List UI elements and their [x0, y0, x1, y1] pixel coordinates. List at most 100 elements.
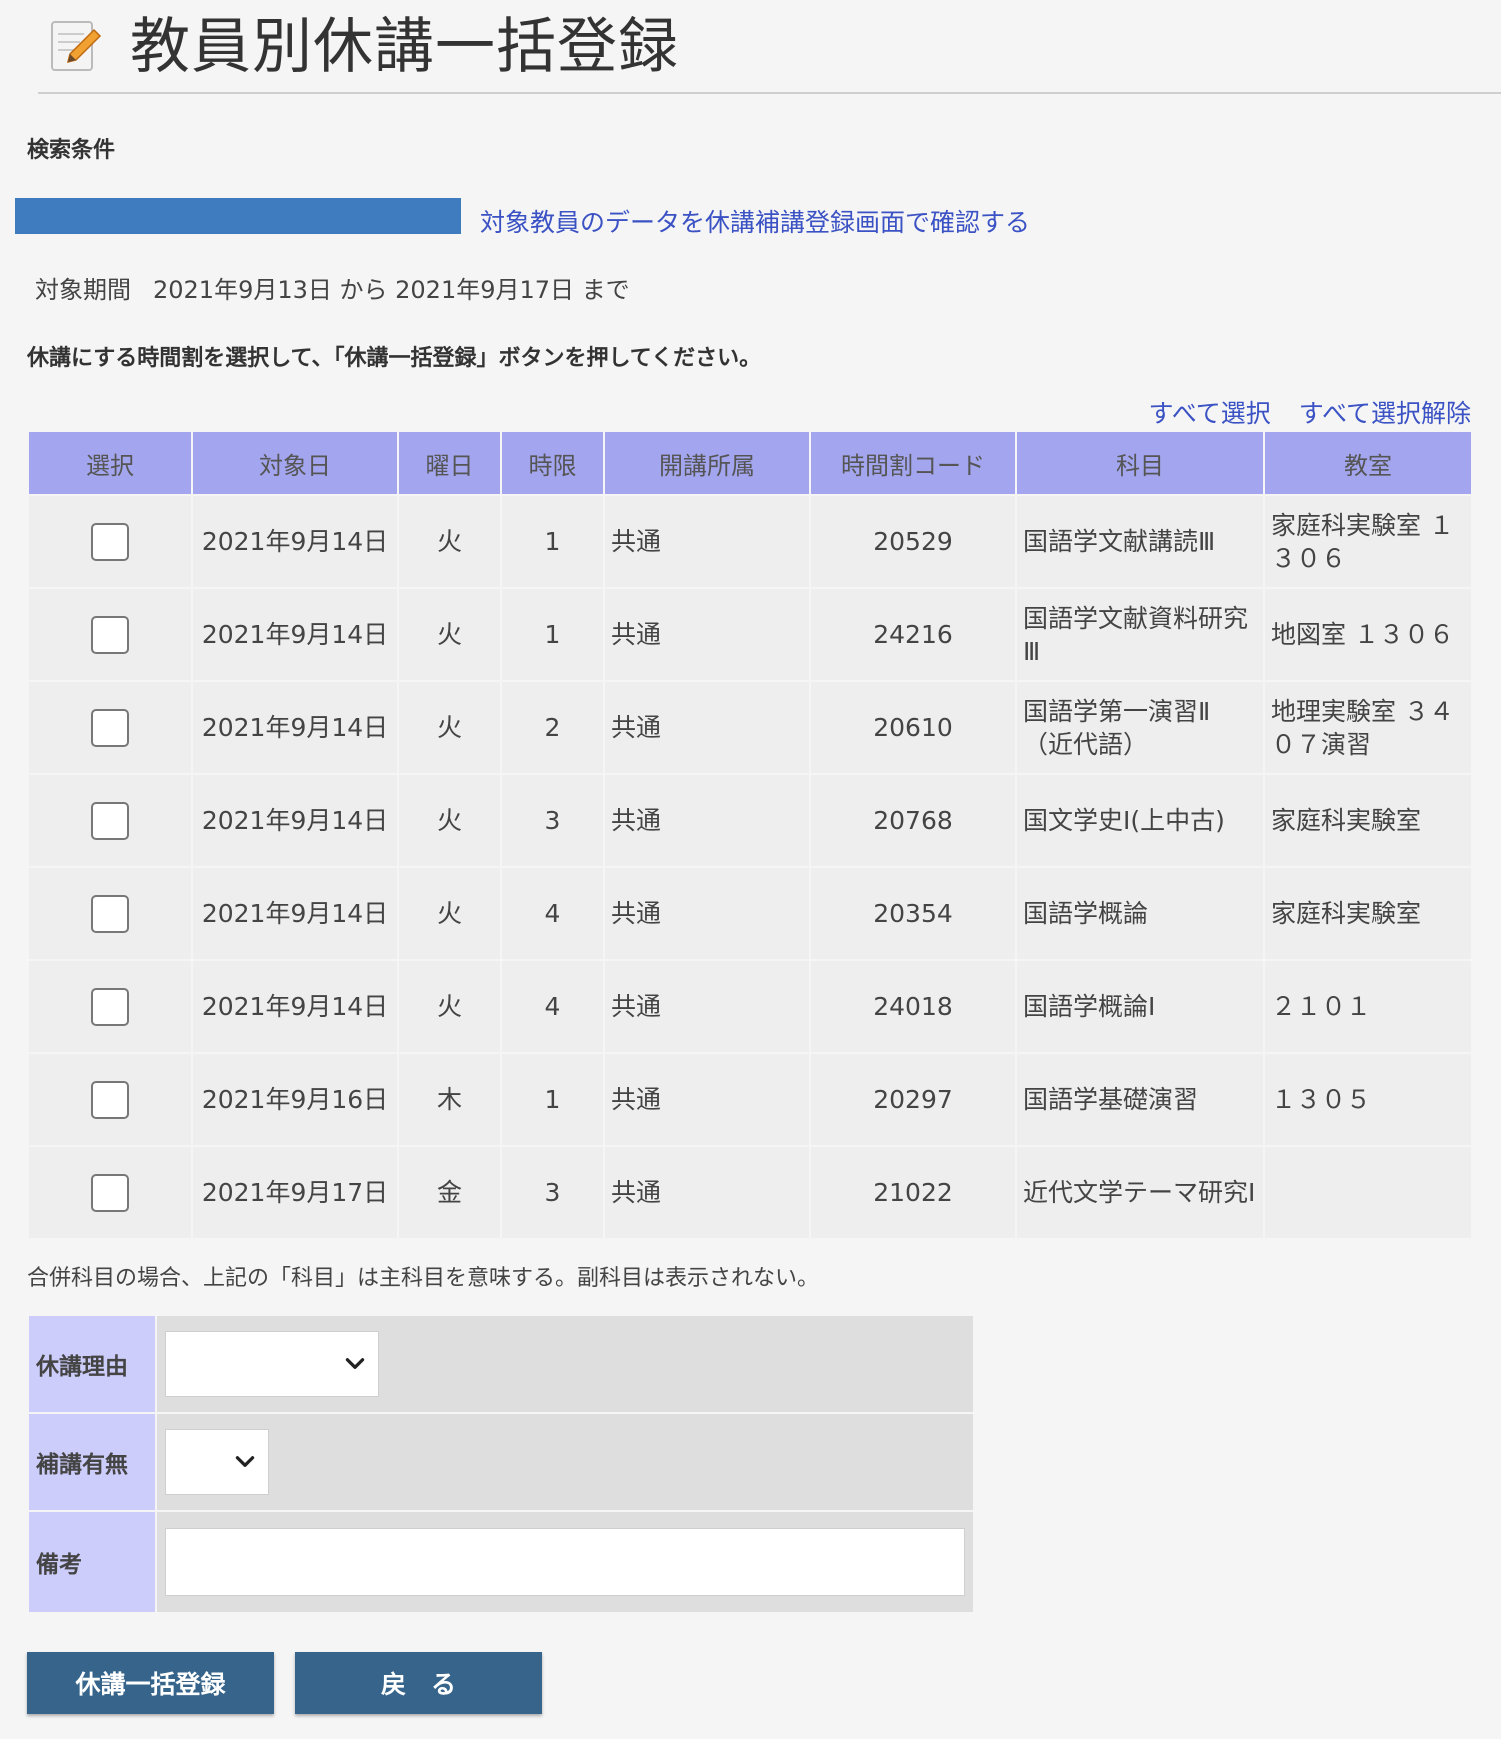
- room-cell: 地理実験室 ３４０７演習: [1263, 680, 1473, 775]
- room-cell: [1263, 1145, 1473, 1240]
- subject-cell: 国語学文献講読Ⅲ: [1015, 494, 1265, 589]
- day-cell: 火: [397, 959, 502, 1054]
- memo-edit-icon: [51, 21, 102, 71]
- select-cell: [27, 773, 193, 868]
- instruction-text: 休講にする時間割を選択して、「休講一括登録」ボタンを押してください。: [27, 346, 762, 371]
- merged-subject-note: 合併科目の場合、上記の「科目」は主科目を意味する。副科目は表示されない。: [27, 1266, 820, 1291]
- day-cell: 火: [397, 773, 502, 868]
- date-cell: 2021年9月16日: [191, 1052, 399, 1147]
- page-header: 教員別休講一括登録: [38, 0, 1501, 94]
- bulk-register-button[interactable]: 休講一括登録: [27, 1652, 274, 1714]
- search-conditions-label: 検索条件: [27, 138, 116, 163]
- subject-cell: 近代文学テーマ研究Ⅰ: [1015, 1145, 1265, 1240]
- subject-cell: 国文学史Ⅰ(上中古): [1015, 773, 1265, 868]
- dept-cell: 共通: [603, 1052, 811, 1147]
- table-row: 2021年9月14日 火 3 共通 20768 国文学史Ⅰ(上中古) 家庭科実験…: [27, 773, 1473, 868]
- select-cell: [27, 959, 193, 1054]
- period-cell: 1: [500, 494, 605, 589]
- subject-cell: 国語学文献資料研究Ⅲ: [1015, 587, 1265, 682]
- select-cell: [27, 1145, 193, 1240]
- col-header-select: 選択: [27, 430, 193, 496]
- dept-cell: 共通: [603, 866, 811, 961]
- room-cell: 家庭科実験室: [1263, 866, 1473, 961]
- day-cell: 火: [397, 866, 502, 961]
- date-cell: 2021年9月14日: [191, 587, 399, 682]
- reason-row: 休講理由: [27, 1314, 975, 1414]
- room-cell: 地図室 １３０６: [1263, 587, 1473, 682]
- table-row: 2021年9月14日 火 4 共通 24018 国語学概論Ⅰ ２１０１: [27, 959, 1473, 1054]
- period-cell: 1: [500, 1052, 605, 1147]
- select-all-link[interactable]: すべて選択: [1148, 399, 1270, 428]
- date-cell: 2021年9月14日: [191, 680, 399, 775]
- period-cell: 4: [500, 866, 605, 961]
- dept-cell: 共通: [603, 587, 811, 682]
- row-checkbox[interactable]: [91, 1173, 129, 1212]
- cancellation-form: 休講理由 補講有無 備考: [27, 1314, 975, 1614]
- code-cell: 21022: [809, 1145, 1017, 1240]
- subject-cell: 国語学第一演習Ⅱ（近代語）: [1015, 680, 1265, 775]
- table-row: 2021年9月14日 火 1 共通 20529 国語学文献講読Ⅲ 家庭科実験室 …: [27, 494, 1473, 589]
- room-cell: １３０５: [1263, 1052, 1473, 1147]
- back-button[interactable]: 戻 る: [295, 1652, 542, 1714]
- dept-cell: 共通: [603, 959, 811, 1054]
- remarks-label: 備考: [27, 1510, 157, 1614]
- col-header-code: 時間割コード: [809, 430, 1017, 496]
- confirm-teacher-data-link[interactable]: 対象教員のデータを休講補講登録画面で確認する: [480, 203, 1030, 239]
- period-cell: 1: [500, 587, 605, 682]
- table-header-row: 選択 対象日 曜日 時限 開講所属 時間割コード 科目 教室: [27, 430, 1473, 496]
- makeup-select[interactable]: [165, 1429, 269, 1495]
- target-period: 対象期間 2021年9月13日 から 2021年9月17日 まで: [35, 270, 652, 305]
- select-cell: [27, 1052, 193, 1147]
- day-cell: 火: [397, 587, 502, 682]
- date-cell: 2021年9月14日: [191, 773, 399, 868]
- remarks-cell: [155, 1510, 975, 1614]
- col-header-date: 対象日: [191, 430, 399, 496]
- chevron-down-icon: [345, 1358, 365, 1369]
- room-cell: ２１０１: [1263, 959, 1473, 1054]
- teacher-name-bar: [15, 198, 461, 234]
- makeup-row: 補講有無: [27, 1412, 975, 1512]
- remarks-input[interactable]: [165, 1528, 965, 1596]
- subject-cell: 国語学概論Ⅰ: [1015, 959, 1265, 1054]
- date-cell: 2021年9月14日: [191, 494, 399, 589]
- row-checkbox[interactable]: [91, 801, 129, 840]
- col-header-day: 曜日: [397, 430, 502, 496]
- row-checkbox[interactable]: [91, 708, 129, 747]
- deselect-all-link[interactable]: すべて選択解除: [1299, 399, 1471, 428]
- target-period-label: 対象期間: [35, 276, 131, 304]
- select-cell: [27, 494, 193, 589]
- room-cell: 家庭科実験室 １３０６: [1263, 494, 1473, 589]
- table-row: 2021年9月14日 火 1 共通 24216 国語学文献資料研究Ⅲ 地図室 １…: [27, 587, 1473, 682]
- code-cell: 20768: [809, 773, 1017, 868]
- row-checkbox[interactable]: [91, 894, 129, 933]
- code-cell: 24216: [809, 587, 1017, 682]
- row-checkbox[interactable]: [91, 615, 129, 654]
- col-header-room: 教室: [1263, 430, 1473, 496]
- timetable-list: 選択 対象日 曜日 時限 開講所属 時間割コード 科目 教室 2021年9月14…: [27, 430, 1473, 1240]
- period-cell: 3: [500, 1145, 605, 1240]
- subject-cell: 国語学概論: [1015, 866, 1265, 961]
- table-row: 2021年9月17日 金 3 共通 21022 近代文学テーマ研究Ⅰ: [27, 1145, 1473, 1240]
- row-checkbox[interactable]: [91, 987, 129, 1026]
- code-cell: 20354: [809, 866, 1017, 961]
- day-cell: 火: [397, 494, 502, 589]
- row-checkbox[interactable]: [91, 1080, 129, 1119]
- chevron-down-icon: [235, 1456, 255, 1467]
- date-cell: 2021年9月14日: [191, 959, 399, 1054]
- makeup-label: 補講有無: [27, 1412, 157, 1512]
- reason-label: 休講理由: [27, 1314, 157, 1414]
- remarks-row: 備考: [27, 1510, 975, 1614]
- period-cell: 4: [500, 959, 605, 1054]
- code-cell: 20297: [809, 1052, 1017, 1147]
- table-row: 2021年9月14日 火 2 共通 20610 国語学第一演習Ⅱ（近代語） 地理…: [27, 680, 1473, 775]
- reason-cell: [155, 1314, 975, 1414]
- period-cell: 3: [500, 773, 605, 868]
- col-header-subject: 科目: [1015, 430, 1265, 496]
- makeup-cell: [155, 1412, 975, 1512]
- day-cell: 金: [397, 1145, 502, 1240]
- dept-cell: 共通: [603, 773, 811, 868]
- reason-select[interactable]: [165, 1331, 379, 1397]
- row-checkbox[interactable]: [91, 522, 129, 561]
- dept-cell: 共通: [603, 1145, 811, 1240]
- date-cell: 2021年9月14日: [191, 866, 399, 961]
